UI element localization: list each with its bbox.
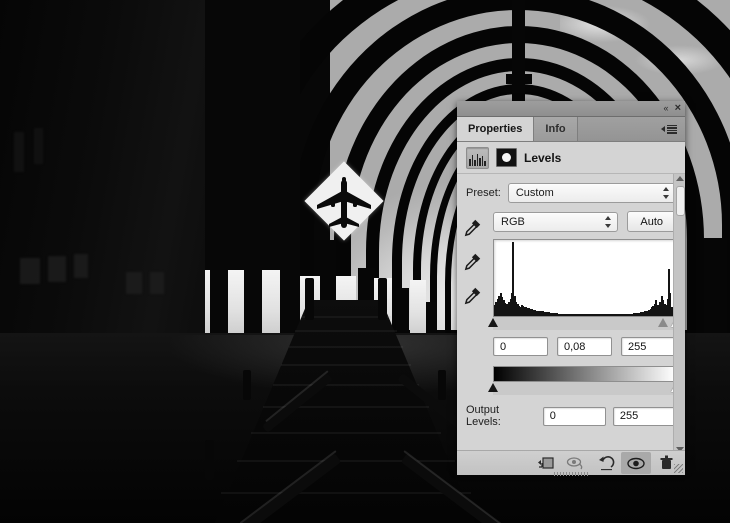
- auto-button[interactable]: Auto: [627, 211, 676, 232]
- levels-adjustment-icon[interactable]: [466, 146, 489, 169]
- output-levels-label: Output Levels:: [466, 404, 501, 428]
- preset-row: Preset: Custom: [457, 174, 685, 203]
- panel-footer: [457, 450, 685, 476]
- layer-mask-icon[interactable]: [496, 148, 517, 167]
- screenshot-root: « × Properties Info Levels Preset: Custo…: [0, 0, 730, 523]
- input-midtone-field[interactable]: 0,08: [557, 337, 612, 356]
- input-highlight-field[interactable]: 255: [621, 337, 676, 356]
- output-levels-slider[interactable]: [488, 382, 681, 395]
- histogram-chart[interactable]: [493, 239, 676, 317]
- auto-button-label: Auto: [640, 215, 663, 228]
- tab-info-label: Info: [545, 123, 566, 135]
- preset-value: Custom: [515, 187, 554, 199]
- resize-grip-icon[interactable]: [674, 464, 683, 473]
- panel-scrollbar[interactable]: [673, 174, 685, 454]
- collapse-icon[interactable]: «: [664, 104, 669, 113]
- tab-properties-label: Properties: [468, 123, 523, 135]
- output-shadow-field[interactable]: 0: [542, 406, 606, 426]
- input-levels-slider[interactable]: [488, 317, 681, 330]
- output-levels-region: [488, 366, 681, 395]
- menu-lines-icon: [667, 124, 677, 134]
- panel-body: Preset: Custom RGB Auto 0 0,08 255 Outpu…: [457, 174, 685, 454]
- eyedropper-tools: [463, 218, 482, 305]
- input-levels-fields: 0 0,08 255: [493, 337, 676, 356]
- output-shadow-slider-handle[interactable]: [488, 383, 498, 392]
- channel-value: RGB: [501, 215, 525, 228]
- stepper-arrows-icon[interactable]: [605, 215, 612, 228]
- input-shadow-field[interactable]: 0: [493, 337, 548, 356]
- preset-label: Preset:: [466, 187, 501, 199]
- properties-panel[interactable]: « × Properties Info Levels Preset: Custo…: [457, 101, 685, 476]
- histogram-region: [488, 239, 681, 330]
- output-levels-fields: Output Levels: 0 255: [466, 404, 676, 428]
- view-previous-state-icon[interactable]: [561, 452, 591, 474]
- input-shadow-slider-handle[interactable]: [488, 318, 498, 327]
- channel-row: RGB Auto: [457, 203, 685, 232]
- stepper-arrows-icon[interactable]: [663, 187, 670, 199]
- adjustment-header: Levels: [457, 142, 685, 174]
- panel-tabs: Properties Info: [457, 117, 685, 142]
- toggle-layer-visibility-icon[interactable]: [621, 452, 651, 474]
- output-gradient-bar: [493, 366, 676, 382]
- close-icon[interactable]: ×: [675, 103, 681, 114]
- input-midtone-slider-handle[interactable]: [658, 318, 669, 327]
- panel-titlebar: « ×: [457, 101, 685, 117]
- white-point-eyedropper[interactable]: [463, 286, 482, 305]
- menu-triangle-icon: [661, 126, 665, 132]
- scrollbar-thumb[interactable]: [676, 186, 685, 216]
- gray-point-eyedropper[interactable]: [463, 252, 482, 271]
- channel-select[interactable]: RGB: [493, 211, 619, 232]
- output-highlight-field[interactable]: 255: [612, 406, 676, 426]
- airplane-silhouette-icon: [317, 177, 371, 228]
- tab-properties[interactable]: Properties: [457, 117, 535, 141]
- panel-menu-icon[interactable]: [659, 117, 685, 141]
- black-point-eyedropper[interactable]: [463, 218, 482, 237]
- reset-adjustment-icon[interactable]: [591, 452, 621, 474]
- scroll-up-arrow-icon[interactable]: [675, 176, 684, 181]
- preset-select[interactable]: Custom: [507, 183, 676, 203]
- tabstrip-filler: [578, 117, 659, 141]
- page-title: Levels: [524, 150, 562, 165]
- clip-to-layer-icon[interactable]: [531, 452, 561, 474]
- panel-drag-grip[interactable]: [554, 472, 588, 476]
- tab-info[interactable]: Info: [534, 117, 578, 141]
